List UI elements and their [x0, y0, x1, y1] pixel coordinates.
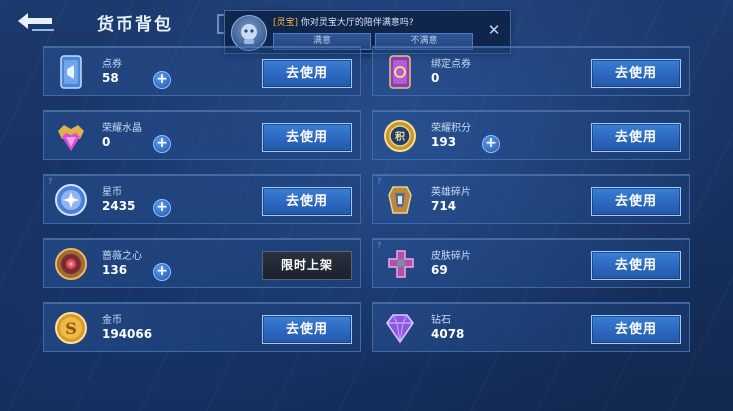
use-glory-crystal-button[interactable]: 去使用 — [262, 123, 352, 152]
currency-card-diamond: 钻石 4078 去使用 — [372, 302, 690, 352]
currency-card-glory-crystal: 荣耀水晶 0 + 去使用 — [43, 110, 361, 160]
add-glory-crystal-button[interactable]: + — [153, 135, 171, 153]
use-star-coin-button[interactable]: 去使用 — [262, 187, 352, 216]
glory-crystal-icon — [52, 117, 90, 155]
popup-message: [灵宝] 你对灵宝大厅的陪伴满意吗? — [273, 15, 414, 28]
currency-card-hero-fragment: ? 英雄碎片 714 去使用 — [372, 174, 690, 224]
add-star-coin-button[interactable]: + — [153, 199, 171, 217]
currency-card-voucher: 点券 58 + 去使用 — [43, 46, 361, 96]
add-voucher-button[interactable]: + — [153, 71, 171, 89]
currency-name: 星币 — [102, 187, 122, 198]
currency-value: 714 — [431, 199, 457, 213]
currency-value: 136 — [102, 263, 128, 277]
hero-fragment-icon — [381, 181, 419, 219]
currency-card-star-coin: ? 星币 2435 + 去使用 — [43, 174, 361, 224]
use-glory-points-button[interactable]: 去使用 — [591, 123, 681, 152]
currency-card-bound-voucher: 绑定点券 0 去使用 — [372, 46, 690, 96]
currency-card-glory-points: 积 荣耀积分 193 + 去使用 — [372, 110, 690, 160]
popup-tag: [灵宝] — [273, 18, 299, 28]
currency-name: 金币 — [102, 315, 122, 326]
currency-name: 英雄碎片 — [431, 187, 471, 198]
use-hero-fragment-button[interactable]: 去使用 — [591, 187, 681, 216]
use-diamond-button[interactable]: 去使用 — [591, 315, 681, 344]
use-bound-voucher-button[interactable]: 去使用 — [591, 59, 681, 88]
currency-name: 皮肤碎片 — [431, 251, 471, 262]
voucher-card-icon — [52, 53, 90, 91]
diamond-icon — [381, 309, 419, 347]
close-icon[interactable]: ✕ — [487, 23, 501, 38]
popup-text: 你对灵宝大厅的陪伴满意吗? — [300, 18, 414, 28]
currency-name: 荣耀水晶 — [102, 123, 142, 134]
skin-fragment-icon — [381, 245, 419, 283]
gold-coin-icon: S — [52, 309, 90, 347]
currency-value: 0 — [431, 71, 440, 85]
currency-name: 绑定点券 — [431, 59, 471, 70]
svg-text:S: S — [65, 319, 77, 338]
rose-heart-icon — [52, 245, 90, 283]
currency-value: 194066 — [102, 327, 153, 341]
currency-value: 4078 — [431, 327, 465, 341]
back-arrow-icon[interactable] — [14, 8, 58, 34]
glory-points-icon: 积 — [381, 117, 419, 155]
use-gold-coin-button[interactable]: 去使用 — [262, 315, 352, 344]
currency-value: 58 — [102, 71, 119, 85]
currency-name: 蔷薇之心 — [102, 251, 142, 262]
currency-value: 0 — [102, 135, 111, 149]
currency-name: 荣耀积分 — [431, 123, 471, 134]
limited-time-badge: 限时上架 — [262, 251, 352, 280]
currency-card-skin-fragment: ? 皮肤碎片 69 去使用 — [372, 238, 690, 288]
currency-name: 点券 — [102, 59, 122, 70]
currency-value: 69 — [431, 263, 448, 277]
currency-value: 2435 — [102, 199, 136, 213]
use-skin-fragment-button[interactable]: 去使用 — [591, 251, 681, 280]
page-title: 货币背包 — [97, 15, 173, 35]
star-coin-icon — [52, 181, 90, 219]
currency-value: 193 — [431, 135, 457, 149]
currency-card-gold-coin: S 金币 194066 去使用 — [43, 302, 361, 352]
currency-name: 钻石 — [431, 315, 451, 326]
svg-text:积: 积 — [395, 130, 405, 143]
add-rose-heart-button[interactable]: + — [153, 263, 171, 281]
add-glory-points-button[interactable]: + — [482, 135, 500, 153]
bound-voucher-card-icon — [381, 53, 419, 91]
currency-card-rose-heart: 蔷薇之心 136 + 限时上架 — [43, 238, 361, 288]
use-voucher-button[interactable]: 去使用 — [262, 59, 352, 88]
